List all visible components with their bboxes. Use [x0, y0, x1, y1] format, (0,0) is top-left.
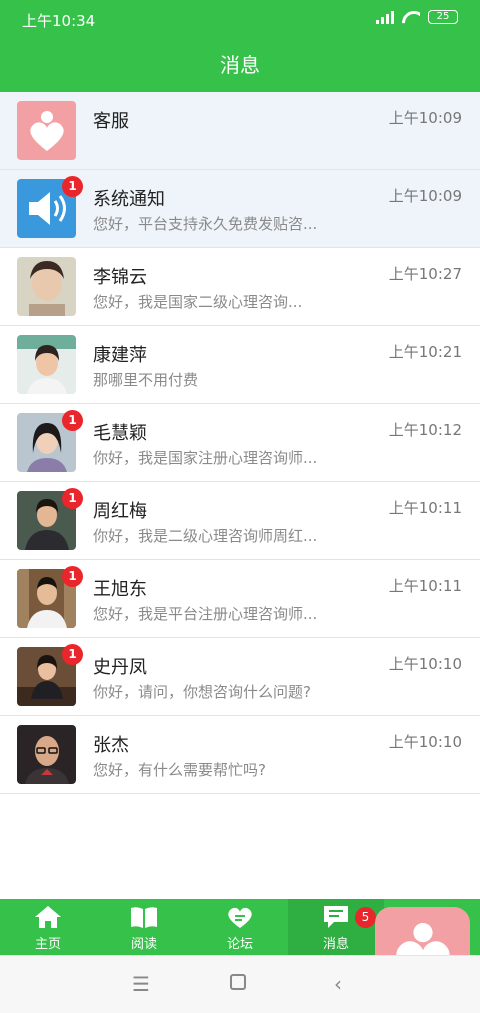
tab-unread-badge: 5 [355, 907, 376, 928]
conversation-preview: 您好，平台支持永久免费发贴咨... [93, 215, 318, 233]
conversation-preview: 你好，我是二级心理咨询师周红... [93, 527, 318, 545]
conversation-name: 客服 [93, 111, 129, 132]
conversation-name: 李锦云 [93, 267, 147, 288]
back-icon[interactable]: ‹ [334, 972, 342, 996]
conversation-row[interactable]: 1 周红梅 上午10:11 你好，我是二级心理咨询师周红... [0, 482, 480, 560]
unread-badge: 1 [62, 566, 83, 587]
unread-badge: 1 [62, 176, 83, 197]
unread-badge: 1 [62, 644, 83, 665]
message-icon [324, 906, 348, 928]
conversation-time: 上午10:27 [388, 265, 462, 283]
conversation-time: 上午10:09 [388, 109, 462, 127]
conversation-list: 客服 上午10:09 1 系统通知 上午10:09 您好，平台支持永久免费发贴咨… [0, 92, 480, 794]
tab-label: 消息 [322, 937, 349, 952]
conversation-time: 上午10:10 [388, 733, 462, 751]
signal-icon [376, 10, 394, 24]
unread-badge: 1 [62, 488, 83, 509]
conversation-time: 上午10:12 [388, 421, 462, 439]
conversation-name: 王旭东 [93, 579, 147, 600]
tab-forum[interactable]: 论坛 [192, 899, 288, 955]
battery-icon: 25 [428, 10, 458, 24]
conversation-row[interactable]: 李锦云 上午10:27 您好，我是国家二级心理咨询... [0, 248, 480, 326]
menu-icon[interactable]: ☰ [132, 972, 150, 996]
tab-read[interactable]: 阅读 [96, 899, 192, 955]
conversation-row-system[interactable]: 1 系统通知 上午10:09 您好，平台支持永久免费发贴咨... [0, 170, 480, 248]
conversation-time: 上午10:21 [388, 343, 462, 361]
conversation-preview: 您好，有什么需要帮忙吗? [93, 761, 266, 779]
conversation-row[interactable]: 张杰 上午10:10 您好，有什么需要帮忙吗? [0, 716, 480, 794]
conversation-time: 上午10:11 [388, 577, 462, 595]
conversation-time: 上午10:11 [388, 499, 462, 517]
service-logo-icon [17, 101, 76, 160]
conversation-name: 史丹凤 [93, 657, 147, 678]
tab-label: 阅读 [130, 937, 157, 952]
unread-badge: 1 [62, 410, 83, 431]
conversation-name: 张杰 [93, 735, 129, 756]
book-icon [131, 907, 157, 928]
tab-home[interactable]: 主页 [0, 899, 96, 955]
conversation-name: 康建萍 [93, 345, 147, 366]
conversation-preview: 您好，我是平台注册心理咨询师... [93, 605, 318, 623]
conversation-time: 上午10:10 [388, 655, 462, 673]
conversation-name: 系统通知 [93, 189, 165, 210]
conversation-row[interactable]: 康建萍 上午10:21 那哪里不用付费 [0, 326, 480, 404]
tab-label: 论坛 [226, 937, 253, 952]
conversation-name: 周红梅 [93, 501, 147, 522]
conversation-row[interactable]: 1 王旭东 上午10:11 您好，我是平台注册心理咨询师... [0, 560, 480, 638]
page-title: 消息 [220, 53, 260, 77]
tab-label: 主页 [34, 937, 61, 952]
conversation-preview: 你好，我是国家注册心理咨询师... [93, 449, 318, 467]
app-header: 消息 [0, 40, 480, 92]
avatar [17, 335, 76, 394]
status-bar: 上午10:34 25 [0, 0, 480, 40]
conversation-name: 毛慧颖 [93, 423, 147, 444]
conversation-preview: 那哪里不用付费 [93, 371, 199, 389]
conversation-row[interactable]: 1 毛慧颖 上午10:12 你好，我是国家注册心理咨询师... [0, 404, 480, 482]
home-square-icon[interactable] [230, 974, 246, 990]
home-icon [35, 906, 61, 928]
conversation-time: 上午10:09 [388, 187, 462, 205]
status-icons: 25 [376, 10, 458, 24]
status-time: 上午10:34 [22, 12, 96, 30]
conversation-row[interactable]: 1 史丹凤 上午10:10 你好，请问，你想咨询什么问题? [0, 638, 480, 716]
tab-messages[interactable]: 5 消息 [288, 899, 384, 955]
conversation-preview: 您好，我是国家二级心理咨询... [93, 293, 303, 311]
wifi-icon [402, 11, 420, 24]
avatar [17, 725, 76, 784]
system-nav-bar: ☰ ‹ [0, 955, 480, 1013]
conversation-preview: 你好，请问，你想咨询什么问题? [93, 683, 311, 701]
conversation-row-service[interactable]: 客服 上午10:09 [0, 92, 480, 170]
heart-chat-icon [228, 907, 252, 928]
avatar [17, 257, 76, 316]
battery-level: 25 [436, 11, 450, 22]
